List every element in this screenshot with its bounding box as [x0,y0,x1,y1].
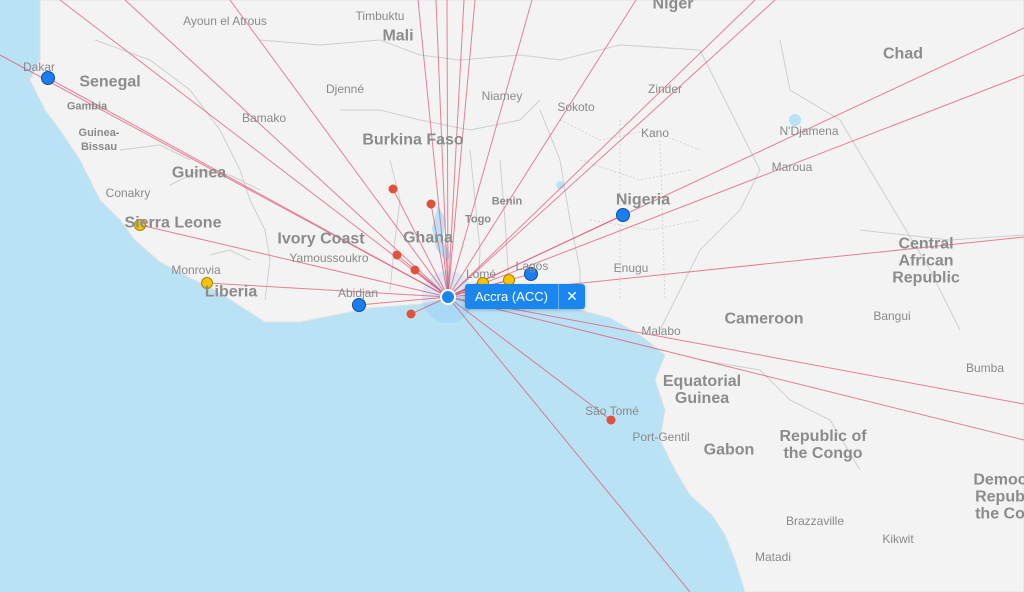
airport-marker-tamale[interactable] [426,199,436,209]
route-line [447,296,612,421]
airport-marker-accra[interactable] [440,289,456,305]
selected-airport-label[interactable]: Accra (ACC) [465,284,558,309]
airport-marker-takoradi[interactable] [406,309,416,319]
close-icon[interactable]: ✕ [557,284,585,309]
airport-marker-monrovia[interactable] [201,277,213,289]
airport-marker-abidjan[interactable] [352,298,366,312]
airport-marker-dakar[interactable] [41,71,55,85]
airport-marker-abuja[interactable] [616,208,630,222]
airport-marker-sao-tome[interactable] [606,415,616,425]
airport-marker-sierra-leone[interactable] [134,219,146,231]
airport-marker-kumasi[interactable] [410,265,420,275]
airport-marker-lagos[interactable] [524,267,538,281]
airport-marker-burkina[interactable] [388,184,398,194]
lake-kainji [556,181,564,189]
lake-chad [789,114,801,126]
airport-marker-ghana-north[interactable] [392,250,402,260]
selected-airport-tag[interactable]: Accra (ACC) ✕ [465,284,585,309]
